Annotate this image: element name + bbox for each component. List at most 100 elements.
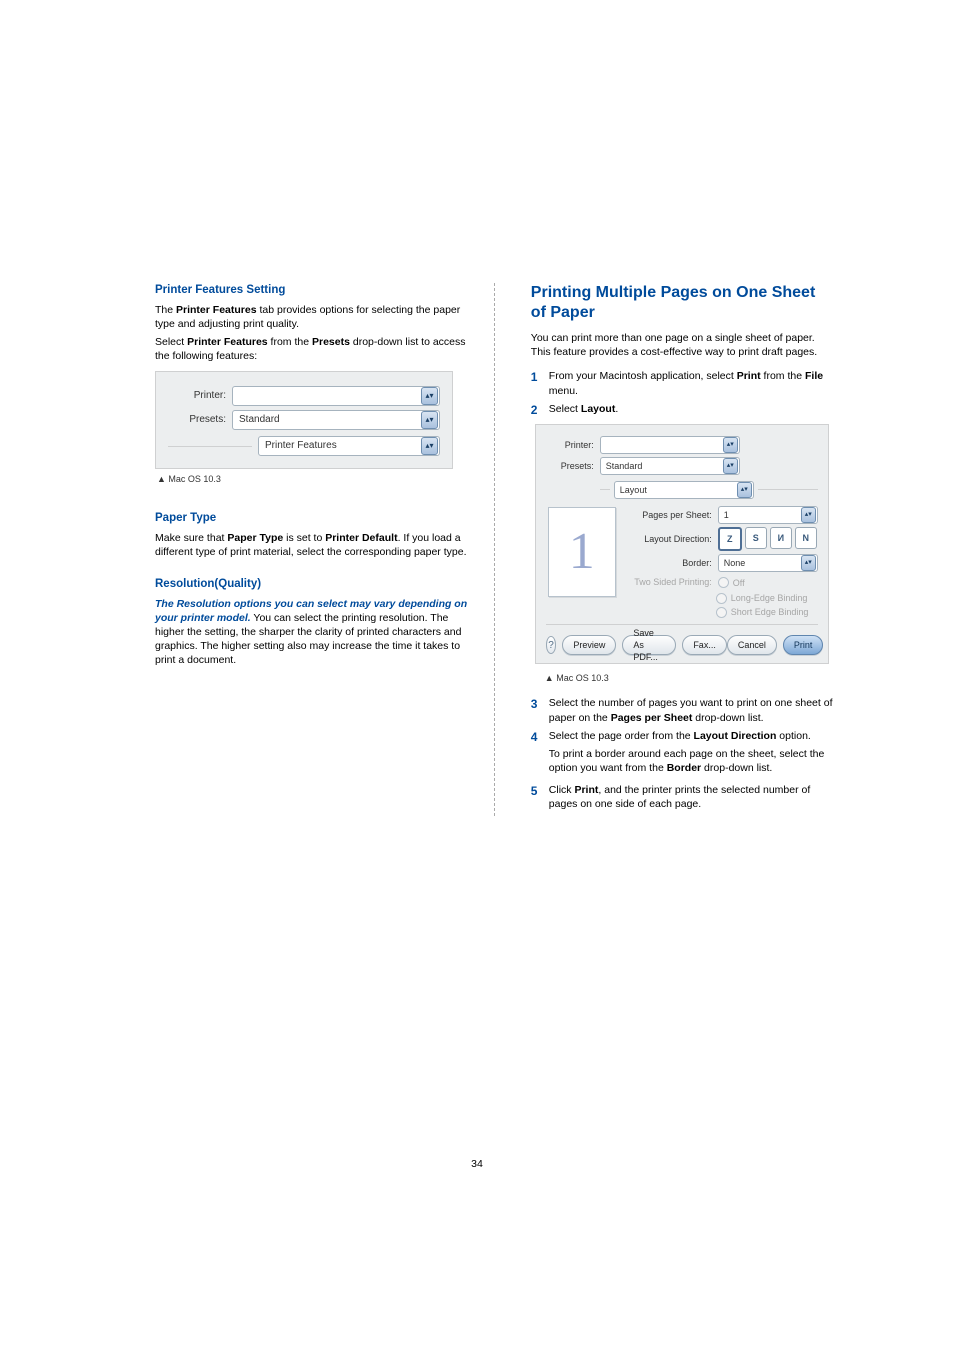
step-body: Select the page order from the Layout Di… — [549, 729, 834, 780]
text: Make sure that — [155, 532, 227, 544]
direction-n1-button[interactable]: И — [770, 527, 792, 549]
button-label: Preview — [573, 639, 605, 651]
help-icon: ? — [548, 639, 554, 653]
dialog-row-presets: Presets: Standard ▴▾ — [168, 410, 440, 430]
separator — [168, 446, 252, 447]
text-bold: Presets — [312, 336, 350, 348]
caption-macos-right: ▲ Mac OS 10.3 — [545, 672, 834, 684]
text: Click — [549, 784, 575, 796]
cancel-button[interactable]: Cancel — [727, 635, 777, 655]
paragraph-printer-features: The Printer Features tab provides option… — [155, 303, 476, 331]
border-select[interactable]: None ▴▾ — [718, 554, 818, 572]
layout-direction-label: Layout Direction: — [626, 533, 718, 545]
paragraph-resolution: The Resolution options you can select ma… — [155, 597, 476, 668]
button-label: Print — [794, 639, 813, 651]
step-body: Click Print, and the printer prints the … — [549, 783, 834, 811]
text-bold: Printer Default — [325, 532, 397, 544]
radio-label: Off — [733, 577, 745, 589]
text: option. — [776, 730, 810, 742]
text: Select — [549, 403, 581, 415]
left-column: Printer Features Setting The Printer Fea… — [155, 283, 495, 816]
text: from the — [268, 336, 312, 348]
presets-label: Presets: — [546, 460, 600, 472]
updown-icon: ▴▾ — [737, 482, 752, 498]
direction-n2-button[interactable]: N — [795, 527, 817, 549]
text-bold: Layout Direction — [694, 730, 777, 742]
print-dialog-features: Printer: ▴▾ Presets: Standard ▴▾ — [155, 371, 453, 469]
presets-value: Standard — [239, 413, 280, 427]
section-select[interactable]: Printer Features ▴▾ — [258, 436, 440, 456]
heading-resolution: Resolution(Quality) — [155, 577, 476, 593]
text: . — [615, 403, 618, 415]
step-5: 5 Click Print, and the printer prints th… — [531, 783, 834, 811]
columns: Printer Features Setting The Printer Fea… — [155, 283, 834, 816]
direction-z-button[interactable]: Z — [718, 527, 742, 551]
radio-label: Long-Edge Binding — [731, 592, 808, 604]
updown-icon: ▴▾ — [801, 555, 816, 571]
save-as-pdf-button[interactable]: Save As PDF... — [622, 635, 676, 655]
pages-per-sheet-select[interactable]: 1 ▴▾ — [718, 506, 818, 524]
text: drop-down list. — [701, 762, 772, 774]
text-bold: Paper Type — [227, 532, 283, 544]
pages-per-sheet-label: Pages per Sheet: — [626, 509, 718, 521]
heading-multiple-pages: Printing Multiple Pages on One Sheet of … — [531, 283, 834, 323]
layout-panel: 1 Pages per Sheet: 1 ▴▾ Layout Direction… — [546, 503, 818, 618]
help-button[interactable]: ? — [546, 636, 557, 654]
step-3: 3 Select the number of pages you want to… — [531, 696, 834, 724]
printer-select[interactable]: ▴▾ — [232, 386, 440, 406]
dialog-section-row: Printer Features ▴▾ — [168, 436, 440, 456]
text: Select — [155, 336, 187, 348]
text: From your Macintosh application, select — [549, 370, 737, 382]
pages-per-sheet-value: 1 — [724, 509, 729, 521]
paragraph-paper-type: Make sure that Paper Type is set to Prin… — [155, 531, 476, 559]
steps-list-continued: 3 Select the number of pages you want to… — [531, 696, 834, 811]
page-number: 34 — [0, 1158, 954, 1170]
paragraph-select-presets: Select Printer Features from the Presets… — [155, 335, 476, 363]
text-bold: Border — [667, 762, 701, 774]
presets-label: Presets: — [168, 413, 232, 427]
pages-per-sheet-row: Pages per Sheet: 1 ▴▾ — [626, 506, 818, 524]
steps-list: 1 From your Macintosh application, selec… — [531, 369, 834, 418]
two-sided-options: Off — [718, 575, 818, 589]
text: The — [155, 304, 176, 316]
section-value: Printer Features — [265, 439, 337, 453]
presets-select[interactable]: Standard ▴▾ — [232, 410, 440, 430]
step-number: 2 — [531, 402, 549, 418]
print-button[interactable]: Print — [783, 635, 824, 655]
button-row-left: ? Preview Save As PDF... Fax... — [546, 635, 727, 655]
radio-short-edge: Short Edge Binding — [716, 606, 818, 618]
text-bold: Pages per Sheet — [611, 712, 693, 724]
printer-label: Printer: — [168, 389, 232, 403]
updown-icon: ▴▾ — [723, 458, 738, 474]
preview-button[interactable]: Preview — [562, 635, 616, 655]
layout-preview: 1 — [548, 507, 616, 597]
two-sided-label: Two Sided Printing: — [626, 576, 718, 588]
layout-options: Pages per Sheet: 1 ▴▾ Layout Direction: … — [626, 503, 818, 618]
text-bold: Printer Features — [187, 336, 268, 348]
button-label: Save As PDF... — [633, 627, 665, 663]
two-sided-row: Two Sided Printing: Off — [626, 575, 818, 589]
layout-direction-buttons: Z S И N — [718, 527, 817, 551]
updown-icon: ▴▾ — [801, 507, 816, 523]
printer-select[interactable]: ▴▾ — [600, 436, 740, 454]
text-bold: Layout — [581, 403, 615, 415]
step-body: Select the number of pages you want to p… — [549, 696, 834, 724]
presets-select[interactable]: Standard ▴▾ — [600, 457, 740, 475]
step-2: 2 Select Layout. — [531, 402, 834, 418]
updown-icon: ▴▾ — [421, 411, 438, 429]
fax-button[interactable]: Fax... — [682, 635, 727, 655]
step-4: 4 Select the page order from the Layout … — [531, 729, 834, 780]
text-bold: Print — [574, 784, 598, 796]
section-select[interactable]: Layout ▴▾ — [614, 481, 754, 499]
border-row: Border: None ▴▾ — [626, 554, 818, 572]
direction-s-button[interactable]: S — [745, 527, 767, 549]
button-label: Fax... — [693, 639, 716, 651]
updown-icon: ▴▾ — [421, 387, 438, 405]
text-bold: File — [805, 370, 823, 382]
text: menu. — [549, 385, 578, 397]
dialog-button-row: ? Preview Save As PDF... Fax... Cancel P… — [546, 635, 818, 655]
heading-printer-features-setting: Printer Features Setting — [155, 283, 476, 299]
caption-macos-left: ▲ Mac OS 10.3 — [157, 473, 476, 485]
preview-digit: 1 — [569, 517, 595, 587]
radio-off: Off — [718, 577, 818, 589]
